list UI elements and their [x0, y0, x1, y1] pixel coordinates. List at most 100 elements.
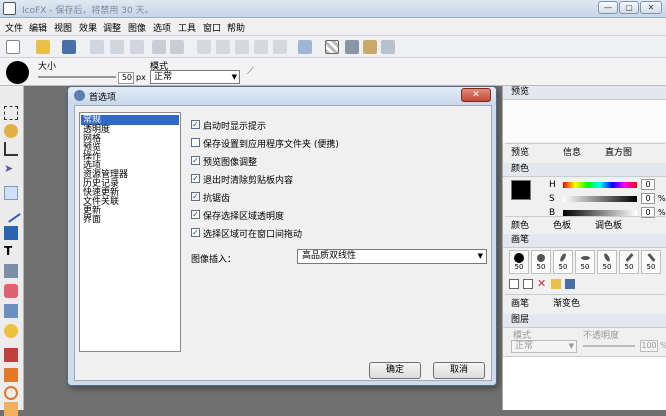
- layers-mode-select[interactable]: 正常 ▼: [511, 340, 577, 353]
- eyedropper-icon[interactable]: ⟋: [247, 66, 259, 78]
- category-item-selected[interactable]: 常规: [81, 115, 179, 125]
- tab-preview[interactable]: 预览: [511, 145, 529, 158]
- option-label: 退出时清除剪贴板内容: [203, 176, 294, 186]
- color-picker-icon[interactable]: [4, 348, 18, 362]
- move-icon[interactable]: ➤: [4, 162, 18, 176]
- tab-histogram[interactable]: 直方图: [605, 145, 632, 158]
- ok-button[interactable]: 确定: [369, 362, 421, 379]
- save-brush-icon[interactable]: [565, 279, 575, 289]
- brush-preset[interactable]: 50: [619, 250, 639, 274]
- hue-input[interactable]: 0: [641, 179, 655, 190]
- option-checkbox[interactable]: ✓: [191, 174, 200, 183]
- category-item[interactable]: 界面: [83, 215, 101, 225]
- menu-help[interactable]: 帮助: [227, 21, 245, 34]
- size-input[interactable]: 50: [118, 72, 134, 84]
- cancel-button[interactable]: 取消: [433, 362, 485, 379]
- dropper-blue-icon[interactable]: [4, 304, 18, 318]
- maximize-button[interactable]: ▢: [619, 1, 639, 14]
- menu-options[interactable]: 选项: [153, 21, 171, 34]
- minimize-button[interactable]: —: [598, 1, 618, 14]
- option-checkbox[interactable]: [191, 138, 200, 147]
- category-list[interactable]: 常规 透明度 网格 预览 操作 选项 资源管理器 历史记录 快速更新 文件关联 …: [79, 112, 181, 352]
- phone-icon[interactable]: [273, 40, 287, 54]
- windows-icon[interactable]: [197, 40, 211, 54]
- hand-icon[interactable]: [4, 402, 18, 416]
- brush-size-label: 50: [602, 263, 612, 271]
- primary-color-swatch[interactable]: [511, 180, 531, 200]
- open-brush-icon[interactable]: [551, 279, 561, 289]
- new-brush-icon[interactable]: [509, 279, 519, 289]
- brush-preset[interactable]: 50: [553, 250, 573, 274]
- paste-icon[interactable]: [130, 40, 144, 54]
- layers-icon[interactable]: [381, 40, 395, 54]
- apple-icon[interactable]: [216, 40, 230, 54]
- tab-gradient[interactable]: 渐变色: [553, 296, 580, 309]
- text-icon[interactable]: T: [4, 244, 18, 258]
- line-icon[interactable]: [1, 203, 21, 223]
- layers-opacity-input[interactable]: 100: [640, 340, 658, 352]
- brush-preset[interactable]: 50: [575, 250, 595, 274]
- new-file-icon[interactable]: [6, 40, 20, 54]
- tab-brush[interactable]: 画笔: [511, 296, 529, 309]
- option-checkbox[interactable]: ✓: [191, 192, 200, 201]
- brush-preset[interactable]: 50: [509, 250, 529, 274]
- size-slider[interactable]: [38, 76, 116, 78]
- brush-preset[interactable]: 50: [641, 250, 661, 274]
- saturation-input[interactable]: 0: [641, 193, 655, 204]
- option-checkbox[interactable]: ✓: [191, 210, 200, 219]
- menu-window[interactable]: 窗口: [203, 21, 221, 34]
- magic-wand-icon[interactable]: [4, 124, 18, 138]
- layers-opacity-slider[interactable]: [583, 345, 635, 347]
- pencil-icon[interactable]: [4, 186, 18, 200]
- tab-info[interactable]: 信息: [563, 145, 581, 158]
- brush-preset[interactable]: 50: [597, 250, 617, 274]
- delete-brush-icon[interactable]: ✕: [537, 277, 546, 290]
- menu-adjust[interactable]: 调整: [103, 21, 121, 34]
- tab-swatches[interactable]: 色板: [553, 218, 571, 231]
- cursor-icon[interactable]: [235, 40, 249, 54]
- hue-slider[interactable]: [563, 182, 637, 188]
- rectangle-icon[interactable]: [4, 226, 18, 240]
- tab-color[interactable]: 颜色: [511, 218, 529, 231]
- copy-icon[interactable]: [110, 40, 124, 54]
- preview-canvas: [503, 100, 666, 142]
- brush-size-label: 50: [646, 263, 656, 271]
- grid-icon[interactable]: [345, 40, 359, 54]
- undo-icon[interactable]: [152, 40, 166, 54]
- menu-image[interactable]: 图像: [128, 21, 146, 34]
- saturation-slider[interactable]: [563, 196, 637, 202]
- transparency-grid-icon[interactable]: [325, 40, 339, 54]
- menu-tools[interactable]: 工具: [178, 21, 196, 34]
- image-icon[interactable]: [298, 40, 312, 54]
- dialog-close-button[interactable]: ✕: [461, 88, 491, 102]
- menu-file[interactable]: 文件: [5, 21, 23, 34]
- menu-edit[interactable]: 编辑: [29, 21, 47, 34]
- eraser-icon[interactable]: [4, 284, 18, 298]
- redo-icon[interactable]: [170, 40, 184, 54]
- crop-icon[interactable]: [4, 142, 18, 156]
- bulb-icon[interactable]: [4, 324, 18, 338]
- option-checkbox[interactable]: ✓: [191, 156, 200, 165]
- cut-icon[interactable]: [90, 40, 104, 54]
- rect-select-icon[interactable]: [4, 106, 18, 120]
- option-checkbox[interactable]: ✓: [191, 228, 200, 237]
- fill-bucket-icon[interactable]: [4, 264, 18, 278]
- menu-effects[interactable]: 效果: [79, 21, 97, 34]
- tools-panel: ➤ T: [0, 86, 24, 416]
- android-icon[interactable]: [254, 40, 268, 54]
- layers-list[interactable]: [503, 356, 666, 410]
- option-checkbox[interactable]: ✓: [191, 120, 200, 129]
- close-button[interactable]: ✕: [640, 1, 662, 14]
- pattern-icon[interactable]: [363, 40, 377, 54]
- brush-preset[interactable]: 50: [531, 250, 551, 274]
- menu-view[interactable]: 视图: [54, 21, 72, 34]
- layers-panel-title: 图层: [511, 315, 530, 325]
- zoom-icon[interactable]: [4, 386, 18, 400]
- mode-select[interactable]: 正常 ▼: [150, 70, 240, 84]
- interp-select[interactable]: 高品质双线性 ▼: [297, 249, 487, 264]
- open-folder-icon[interactable]: [36, 40, 50, 54]
- copy-brush-icon[interactable]: [523, 279, 533, 289]
- save-icon[interactable]: [62, 40, 76, 54]
- tab-palette[interactable]: 调色板: [595, 218, 622, 231]
- brush-icon[interactable]: [4, 368, 18, 382]
